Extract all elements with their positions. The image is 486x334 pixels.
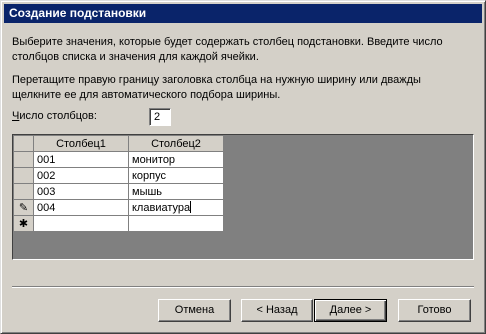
table-row: 002 корпус [13, 167, 224, 184]
columns-count-label: Число столбцов: [12, 110, 97, 122]
cancel-button[interactable]: Отмена [158, 299, 231, 322]
instruction-text-2: Перетащите правую границу заголовка стол… [12, 74, 421, 101]
grid-cell[interactable]: монитор [128, 151, 224, 168]
grid-cell[interactable]: мышь [128, 183, 224, 200]
new-record-icon: ✱ [18, 217, 29, 230]
table-row: 003 мышь [13, 183, 224, 200]
grid-corner[interactable] [13, 135, 34, 152]
grid-cell[interactable] [33, 215, 129, 232]
back-button[interactable]: < Назад [241, 299, 313, 322]
grid-cell[interactable]: 002 [33, 167, 129, 184]
grid-cell-editing[interactable]: клавиатура [128, 199, 224, 216]
grid-cell[interactable]: 003 [33, 183, 129, 200]
lookup-values-grid[interactable]: Столбец1 Столбец2 001 монитор 002 корпус… [12, 134, 474, 260]
grid-cell[interactable]: 004 [33, 199, 129, 216]
row-selector[interactable]: ✱ [13, 215, 34, 232]
divider [12, 286, 474, 288]
column-header-1[interactable]: Столбец1 [33, 135, 129, 152]
pencil-icon: ✎ [18, 201, 29, 214]
text-caret [190, 200, 192, 213]
grid-cell[interactable]: корпус [128, 167, 224, 184]
row-selector[interactable] [13, 167, 34, 184]
table-row: 001 монитор [13, 151, 224, 168]
column-header-2[interactable]: Столбец2 [128, 135, 224, 152]
row-selector[interactable] [13, 151, 34, 168]
row-selector[interactable]: ✎ [13, 199, 34, 216]
row-selector[interactable] [13, 183, 34, 200]
cell-value: клавиатура [132, 201, 191, 214]
instruction-text-1: Выберите значения, которые будет содержа… [12, 36, 443, 63]
finish-button[interactable]: Готово [398, 299, 471, 322]
lookup-wizard-dialog: Создание подстановки Выберите значения, … [0, 0, 486, 334]
next-button[interactable]: Далее > [314, 299, 387, 322]
columns-count-input[interactable]: 2 [149, 108, 171, 126]
table-row: ✎ 004 клавиатура [13, 199, 224, 216]
grid-cell[interactable]: 001 [33, 151, 129, 168]
grid-header-row: Столбец1 Столбец2 [13, 135, 224, 152]
grid-cell[interactable] [128, 215, 224, 232]
title-bar: Создание подстановки [4, 4, 482, 23]
dialog-title: Создание подстановки [9, 6, 147, 20]
new-record-row: ✱ [13, 215, 224, 232]
